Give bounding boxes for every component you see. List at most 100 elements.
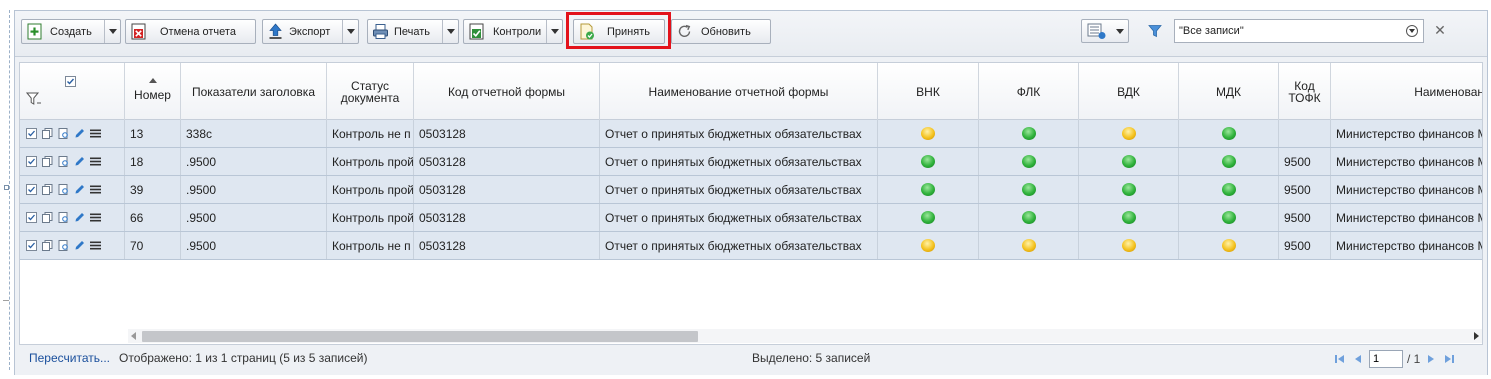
view-document-icon[interactable] [58,212,69,223]
scroll-thumb[interactable] [142,331,698,342]
header-vnk[interactable]: ВНК [878,63,979,120]
recalc-link[interactable]: Пересчитать... [29,351,110,365]
header-doc-status[interactable]: Статус документа [327,63,414,120]
horizontal-scrollbar[interactable] [128,329,1482,343]
copy-icon[interactable] [42,156,53,167]
toolbar: Создать Отмена отчета Экспорт Печать Кон… [15,11,1487,57]
create-button[interactable]: Создать [21,19,121,44]
status-indicator-icon [1121,239,1136,252]
cell-flk [979,120,1079,147]
row-checkbox-icon[interactable] [26,212,37,223]
table-row[interactable]: 70.9500 Контроль не п 0503128 Отчет о приня… [20,232,1482,260]
cell-vdk [1079,148,1179,175]
menu-icon[interactable] [90,128,101,139]
header-form-code[interactable]: Код отчетной формы [414,63,600,120]
edit-pencil-icon[interactable] [74,184,85,195]
view-document-icon[interactable] [58,240,69,251]
splitter-knob[interactable] [4,185,9,190]
edit-pencil-icon[interactable] [74,212,85,223]
refresh-icon [676,23,693,40]
export-dropdown-caret[interactable] [342,20,358,43]
select-all-checkbox[interactable] [65,76,76,87]
row-checkbox-icon[interactable] [26,240,37,251]
controls-dropdown-caret[interactable] [546,20,562,43]
status-indicator-icon [921,211,935,224]
prev-page-icon[interactable] [1351,352,1365,366]
filter-clear-icon[interactable] [25,92,42,108]
status-indicator-icon [1121,211,1136,224]
scroll-left-arrow[interactable] [131,332,136,340]
filter-funnel-icon[interactable] [1148,24,1162,38]
records-filter-select[interactable]: "Все записи" [1174,19,1424,43]
last-page-icon[interactable] [1442,352,1456,366]
controls-button[interactable]: Контроли [463,19,563,44]
row-checkbox-icon[interactable] [26,156,37,167]
row-checkbox-icon[interactable] [26,128,37,139]
copy-icon[interactable] [42,240,53,251]
table-row[interactable]: 66.9500 Контроль прой 0503128 Отчет о приня… [20,204,1482,232]
cell-form_name: Отчет о принятых бюджетных обязательства… [600,232,878,259]
cell-name: Министерство финансов М [1331,232,1482,259]
header-number[interactable]: Номер [125,63,181,120]
header-mdk[interactable]: МДК [1179,63,1279,120]
first-page-icon[interactable] [1333,352,1347,366]
row-actions [20,176,125,203]
menu-icon[interactable] [90,156,101,167]
cell-status: Контроль прой [327,204,414,231]
scroll-right-arrow[interactable] [1474,332,1479,340]
page-total-text: / 1 [1407,352,1421,366]
cell-number: 13 [125,120,181,147]
header-tofk-code[interactable]: Код ТОФК [1279,63,1331,120]
page-number-input[interactable] [1369,350,1403,368]
header-name[interactable]: Наименован [1331,63,1482,120]
refresh-button[interactable]: Обновить [671,19,771,44]
header-indicators[interactable]: Показатели заголовка [181,63,327,120]
menu-icon[interactable] [90,184,101,195]
copy-icon[interactable] [42,212,53,223]
table-row[interactable]: 39.9500 Контроль прой 0503128 Отчет о приня… [20,176,1482,204]
cell-name: Министерство финансов М [1331,120,1482,147]
row-checkbox-icon[interactable] [26,184,37,195]
row-actions [20,232,125,259]
accept-label: Принять [607,25,650,38]
status-indicator-icon [1121,183,1136,196]
export-button[interactable]: Экспорт [262,19,359,44]
next-page-icon[interactable] [1424,352,1438,366]
menu-icon[interactable] [90,212,101,223]
reports-grid: Номер Показатели заголовка Статус докуме… [19,62,1483,345]
view-document-icon[interactable] [58,128,69,139]
edit-pencil-icon[interactable] [74,156,85,167]
status-indicator-icon [1221,155,1236,168]
print-dropdown-caret[interactable] [442,20,458,43]
header-form-name[interactable]: Наименование отчетной формы [600,63,878,120]
edit-pencil-icon[interactable] [74,240,85,251]
create-dropdown-caret[interactable] [104,20,120,43]
upload-arrow-icon [267,23,284,40]
cell-vdk [1079,204,1179,231]
copy-icon[interactable] [42,184,53,195]
view-document-icon[interactable] [58,184,69,195]
print-button[interactable]: Печать [367,19,459,44]
menu-icon[interactable] [90,240,101,251]
status-indicator-icon [1221,127,1236,140]
accept-button[interactable]: Принять [573,19,665,44]
splitter-line [9,10,10,370]
status-indicator-icon [921,127,935,140]
table-row[interactable]: 18.9500 Контроль прой 0503128 Отчет о приня… [20,148,1482,176]
copy-icon[interactable] [42,128,53,139]
view-document-icon[interactable] [58,156,69,167]
table-row[interactable]: 13 338с Контроль не п 0503128 Отчет о принят… [20,120,1482,148]
cell-number: 70 [125,232,181,259]
header-vdk[interactable]: ВДК [1079,63,1179,120]
cancel-report-label: Отмена отчета [160,25,236,38]
column-settings-caret[interactable] [1116,29,1124,34]
cancel-report-button[interactable]: Отмена отчета [125,19,256,44]
left-splitter[interactable] [0,0,14,379]
chevron-down-icon[interactable] [1406,25,1418,37]
checklist-icon [468,23,485,40]
header-flk[interactable]: ФЛК [979,63,1079,120]
edit-pencil-icon[interactable] [74,128,85,139]
cell-number: 18 [125,148,181,175]
close-icon[interactable]: ✕ [1433,22,1447,38]
column-settings-button[interactable] [1081,19,1129,43]
